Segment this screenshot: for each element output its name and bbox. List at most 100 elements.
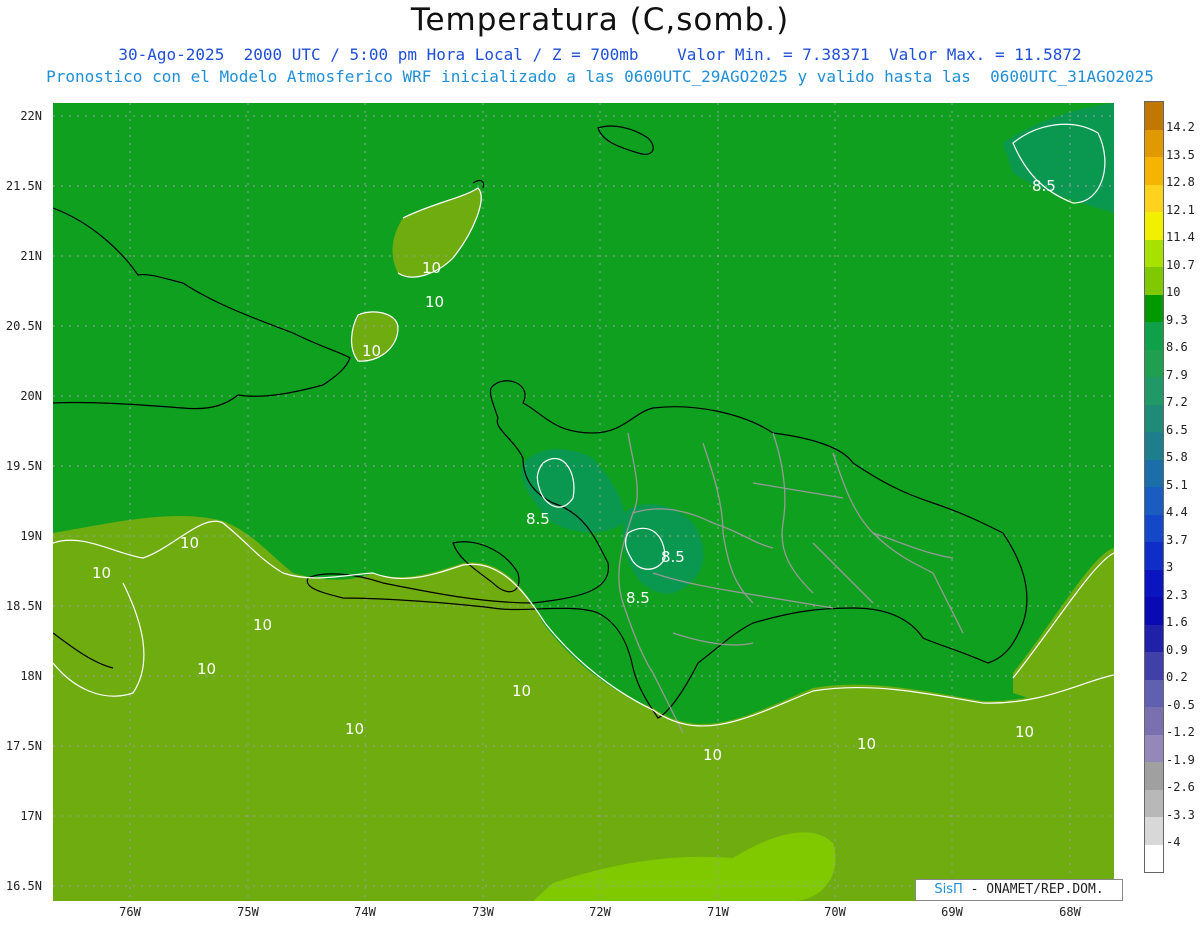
- colorbar-swatch: [1145, 294, 1163, 322]
- colorbar-label: 12.1: [1166, 202, 1195, 217]
- colorbar: [1144, 101, 1164, 873]
- credit-brand: SisΠ: [934, 882, 963, 897]
- colorbar-label: -2.6: [1166, 780, 1195, 794]
- colorbar-swatch: [1145, 487, 1163, 515]
- colorbar-label: 7.2: [1166, 395, 1188, 409]
- colorbar-swatch: [1145, 652, 1163, 680]
- colorbar-swatch: [1145, 542, 1163, 570]
- contour-label: 10: [345, 720, 365, 738]
- contour-label: 10: [703, 746, 723, 764]
- contour-label: 10: [92, 564, 112, 582]
- lon-label: 72W: [589, 905, 611, 919]
- colorbar-swatch: [1145, 762, 1163, 790]
- colorbar-label: -1.9: [1166, 752, 1195, 767]
- colorbar-swatch: [1145, 239, 1163, 267]
- contour-label: 10: [180, 534, 200, 552]
- lon-label: 74W: [354, 905, 376, 919]
- colorbar-swatch: [1145, 129, 1163, 157]
- colorbar-swatch: [1145, 844, 1163, 872]
- colorbar-swatch: [1145, 817, 1163, 845]
- colorbar-label: -0.5: [1166, 697, 1195, 712]
- colorbar-swatch: [1145, 459, 1163, 487]
- colorbar-label: -3.3: [1166, 807, 1195, 822]
- colorbar-label: 4.4: [1166, 505, 1188, 519]
- forecast-time-line: 30-Ago-2025 2000 UTC / 5:00 pm Hora Loca…: [118, 45, 1082, 64]
- colorbar-label: 10.7: [1166, 257, 1195, 272]
- lat-label: 17N: [20, 809, 42, 823]
- colorbar-label: 5.1: [1166, 477, 1188, 492]
- contour-label: 10: [512, 682, 532, 700]
- temperature-map: [53, 103, 1114, 901]
- lat-label: 18N: [20, 669, 42, 683]
- lon-label: 71W: [707, 905, 729, 919]
- contour-label: 10: [253, 616, 273, 634]
- credit-box: SisΠ - ONAMET/REP.DOM.: [915, 879, 1123, 901]
- contour-label: 10: [857, 735, 877, 753]
- contour-label: 8.5: [661, 548, 685, 566]
- colorbar-swatch: [1145, 569, 1163, 597]
- colorbar-label: 12.8: [1166, 175, 1195, 189]
- lon-label: 70W: [824, 905, 846, 919]
- lat-label: 21.5N: [5, 179, 42, 193]
- colorbar-swatch: [1145, 624, 1163, 652]
- colorbar-swatch: [1145, 514, 1163, 542]
- lat-label: 18.5N: [5, 599, 42, 613]
- credit-text: - ONAMET/REP.DOM.: [962, 882, 1104, 897]
- lon-label: 69W: [941, 905, 963, 919]
- colorbar-swatch: [1145, 679, 1163, 707]
- colorbar-label: 11.4: [1166, 230, 1195, 244]
- contour-label: 10: [362, 342, 382, 360]
- colorbar-swatch: [1145, 212, 1163, 240]
- colorbar-swatch: [1145, 377, 1163, 405]
- colorbar-label: -4: [1166, 835, 1181, 849]
- contour-label: 10: [1015, 723, 1035, 741]
- model-info-line: Pronostico con el Modelo Atmosferico WRF…: [46, 67, 1154, 86]
- lat-label: 20.5N: [5, 319, 42, 333]
- contour-label: 10: [197, 660, 217, 678]
- colorbar-swatch: [1145, 267, 1163, 295]
- colorbar-label: 3: [1166, 560, 1174, 574]
- colorbar-label: 7.9: [1166, 367, 1188, 382]
- contour-label: 8.5: [1032, 177, 1056, 195]
- lat-label: 21N: [20, 249, 42, 263]
- colorbar-swatch: [1145, 432, 1163, 460]
- contour-label: 10: [425, 293, 445, 311]
- lon-label: 73W: [472, 905, 494, 919]
- lat-label: 19.5N: [5, 459, 42, 473]
- lat-label: 20N: [20, 389, 42, 403]
- colorbar-label: 0.9: [1166, 642, 1188, 657]
- lat-label: 17.5N: [5, 739, 42, 753]
- contour-label: 8.5: [526, 510, 550, 528]
- colorbar-label: 0.2: [1166, 670, 1188, 684]
- colorbar-label: 13.5: [1166, 147, 1195, 162]
- colorbar-label: 14.2: [1166, 120, 1195, 134]
- lat-label: 19N: [20, 529, 42, 543]
- map-title: Temperatura (C,somb.): [410, 2, 790, 38]
- lon-label: 76W: [119, 905, 141, 919]
- colorbar-swatch: [1145, 349, 1163, 377]
- colorbar-swatch: [1145, 597, 1163, 625]
- colorbar-swatch: [1145, 404, 1163, 432]
- colorbar-swatch: [1145, 184, 1163, 212]
- lat-label: 16.5N: [5, 879, 42, 893]
- colorbar-swatch: [1145, 102, 1163, 130]
- colorbar-label: -1.2: [1166, 725, 1195, 739]
- colorbar-label: 2.3: [1166, 587, 1188, 602]
- colorbar-swatch: [1145, 707, 1163, 735]
- colorbar-label: 5.8: [1166, 450, 1188, 464]
- colorbar-swatch: [1145, 157, 1163, 185]
- colorbar-label: 3.7: [1166, 532, 1188, 547]
- contour-label: 10: [422, 259, 442, 277]
- colorbar-swatch: [1145, 789, 1163, 817]
- colorbar-swatch: [1145, 322, 1163, 350]
- lon-label: 68W: [1059, 905, 1081, 919]
- colorbar-label: 8.6: [1166, 340, 1188, 354]
- contour-label: 8.5: [626, 589, 650, 607]
- lat-label: 22N: [20, 109, 42, 123]
- colorbar-label: 6.5: [1166, 422, 1188, 437]
- colorbar-label: 1.6: [1166, 615, 1188, 629]
- colorbar-label: 10: [1166, 285, 1181, 299]
- map-canvas: [53, 103, 1114, 901]
- colorbar-label: 9.3: [1166, 312, 1188, 327]
- colorbar-swatch: [1145, 734, 1163, 762]
